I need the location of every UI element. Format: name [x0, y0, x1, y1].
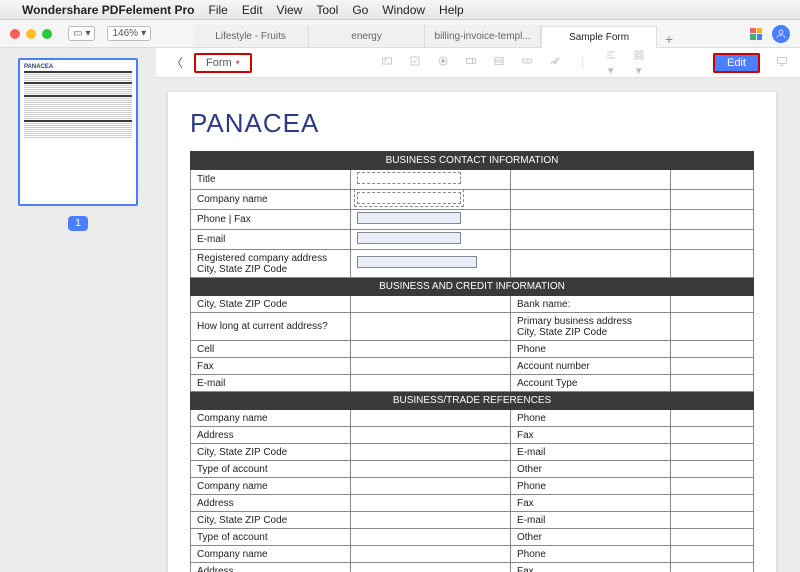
form-input-company: [357, 192, 461, 204]
table-row: FaxAccount number: [191, 358, 754, 375]
form-input-email: [357, 232, 461, 244]
document-viewport[interactable]: PANACEA BUSINESS CONTACT INFORMATION Tit…: [156, 78, 800, 572]
table-row: Company namePhone: [191, 546, 754, 563]
menu-go[interactable]: Go: [352, 3, 368, 17]
close-window-icon[interactable]: [10, 29, 20, 39]
table-row: City, State ZIP CodeBank name:: [191, 296, 754, 313]
table-row: City, State ZIP CodeE-mail: [191, 512, 754, 529]
thumbnail-sidebar: PANACEA 1: [0, 48, 156, 572]
window-titlebar: ▭▾ 146% ▾ Lifestyle - Fruits energy bill…: [0, 20, 800, 48]
svg-text:OK: OK: [524, 59, 528, 63]
table-row: Phone | Fax: [191, 210, 754, 230]
form-input-phone: [357, 212, 461, 224]
form-table: BUSINESS CONTACT INFORMATION Title Compa…: [190, 151, 754, 572]
form-input-title: [357, 172, 461, 184]
form-dropdown[interactable]: Form▾: [194, 53, 252, 73]
chevron-down-icon: ▾: [236, 58, 240, 67]
radio-button-icon[interactable]: [436, 55, 450, 70]
section-header: BUSINESS AND CREDIT INFORMATION: [191, 278, 754, 296]
tab-sample-form[interactable]: Sample Form: [541, 26, 657, 48]
menu-window[interactable]: Window: [382, 3, 425, 17]
section-header: BUSINESS/TRADE REFERENCES: [191, 392, 754, 410]
table-row: Type of accountOther: [191, 461, 754, 478]
table-row: Company namePhone: [191, 410, 754, 427]
table-row: AddressFax: [191, 495, 754, 512]
table-row: Title: [191, 170, 754, 190]
document-toolbar: 〈 Form▾ OK | ▾ ▾ Edit: [156, 48, 800, 78]
zoom-value: 146%: [112, 28, 138, 39]
table-row: Company name: [191, 190, 754, 210]
user-avatar[interactable]: [772, 25, 790, 43]
more-tools-icon[interactable]: ▾: [632, 49, 646, 77]
current-page-badge[interactable]: 1: [68, 216, 88, 231]
back-button[interactable]: 〈: [168, 54, 186, 71]
table-row: AddressFax: [191, 563, 754, 572]
signature-icon[interactable]: [548, 55, 562, 70]
tab-lifestyle[interactable]: Lifestyle - Fruits: [193, 25, 309, 47]
layout-icon: ▭: [73, 28, 82, 39]
table-row: E-mailAccount Type: [191, 375, 754, 392]
button-field-icon[interactable]: OK: [520, 55, 534, 70]
tab-billing[interactable]: billing-invoice-templ...: [425, 25, 541, 47]
combobox-icon[interactable]: [464, 55, 478, 70]
listbox-icon[interactable]: [492, 55, 506, 70]
table-row: AddressFax: [191, 427, 754, 444]
table-row: How long at current address?Primary busi…: [191, 313, 754, 341]
maximize-window-icon[interactable]: [42, 29, 52, 39]
macos-menubar: Wondershare PDFelement Pro File Edit Vie…: [0, 0, 800, 20]
traffic-lights: [10, 29, 52, 39]
reading-mode-icon[interactable]: [776, 55, 788, 70]
edit-button[interactable]: Edit: [713, 53, 760, 73]
menu-file[interactable]: File: [209, 3, 228, 17]
zoom-control[interactable]: 146% ▾: [107, 26, 151, 41]
section-header: BUSINESS CONTACT INFORMATION: [191, 152, 754, 170]
view-layout-control[interactable]: ▭▾: [68, 26, 95, 41]
page-thumbnail[interactable]: PANACEA: [18, 58, 138, 206]
text-field-icon[interactable]: [380, 55, 394, 70]
menu-tool[interactable]: Tool: [316, 3, 338, 17]
document-tabs: Lifestyle - Fruits energy billing-invoic…: [193, 20, 736, 47]
menu-view[interactable]: View: [277, 3, 303, 17]
document-title: PANACEA: [190, 108, 754, 139]
apps-grid-icon[interactable]: [750, 28, 762, 40]
align-dropdown-icon[interactable]: ▾: [604, 49, 618, 77]
table-row: E-mail: [191, 230, 754, 250]
tab-energy[interactable]: energy: [309, 25, 425, 47]
form-tools: OK | ▾ ▾: [380, 49, 646, 77]
app-name[interactable]: Wondershare PDFelement Pro: [22, 3, 195, 17]
table-row: Registered company address City, State Z…: [191, 250, 754, 278]
table-row: Company namePhone: [191, 478, 754, 495]
minimize-window-icon[interactable]: [26, 29, 36, 39]
table-row: CellPhone: [191, 341, 754, 358]
form-input-address: [357, 256, 477, 268]
menu-help[interactable]: Help: [439, 3, 464, 17]
menu-edit[interactable]: Edit: [242, 3, 263, 17]
table-row: Type of accountOther: [191, 529, 754, 546]
table-row: City, State ZIP CodeE-mail: [191, 444, 754, 461]
new-tab-button[interactable]: +: [657, 31, 681, 47]
pdf-page: PANACEA BUSINESS CONTACT INFORMATION Tit…: [168, 92, 776, 572]
checkbox-icon[interactable]: [408, 55, 422, 70]
